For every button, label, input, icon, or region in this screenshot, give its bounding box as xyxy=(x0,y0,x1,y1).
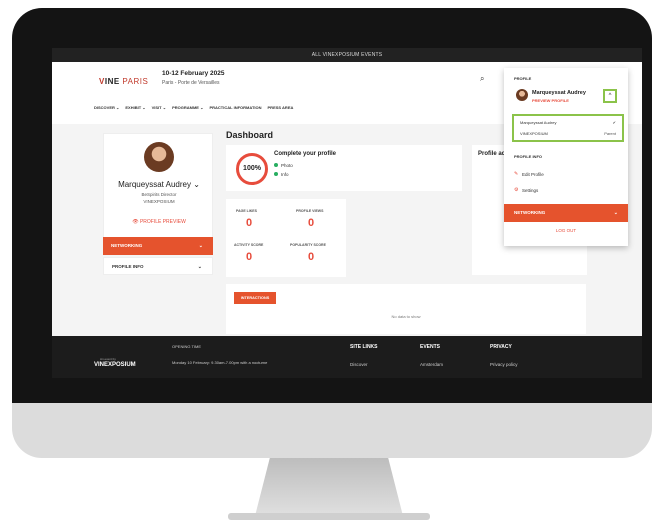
avatar[interactable] xyxy=(144,142,174,172)
footer-site-links: SITE LINKS xyxy=(350,344,378,350)
pencil-icon: ✎ xyxy=(514,171,519,177)
footer-opening-text: Monday 10 February: 9.30am-7.00pm with a… xyxy=(172,360,268,365)
profile-preview-link[interactable]: 👁 PROFILE PREVIEW xyxy=(104,219,214,225)
dropdown-settings[interactable]: Settings xyxy=(522,188,538,193)
event-location: Paris - Porte de Versailles xyxy=(162,80,220,86)
account-parent-badge: Parent xyxy=(604,131,616,136)
dropdown-networking[interactable]: NETWORKING ⌄ xyxy=(504,204,628,222)
complete-item-photo: Photo xyxy=(274,163,293,168)
chevron-down-icon: ⌄ xyxy=(197,264,202,270)
footer-link-amsterdam[interactable]: Amsterdam xyxy=(420,362,443,367)
monitor: ALL VINEXPOSIUM EVENTS VINE PARIS 10-12 … xyxy=(12,8,652,458)
nav-discover[interactable]: DISCOVER ⌄ xyxy=(94,105,119,110)
stat-label-popularity-score: POPULARITY SCORE xyxy=(290,243,326,247)
interactions-button[interactable]: INTERACTIONS xyxy=(234,292,276,304)
footer-link-privacy-policy[interactable]: Privacy policy xyxy=(490,362,518,367)
check-icon: ✔ xyxy=(612,120,616,125)
stat-value-profile-views: 0 xyxy=(308,217,315,229)
dropdown-preview-profile[interactable]: PREVIEW PROFILE xyxy=(532,98,569,103)
main-nav: DISCOVER ⌄ EXHIBIT ⌄ VISIT ⌄ PROGRAMME ⌄… xyxy=(94,105,293,110)
complete-item-label: Photo xyxy=(281,163,293,168)
sidebar-profile-info[interactable]: PROFILE INFO ⌄ xyxy=(103,257,213,275)
sidebar-networking[interactable]: NETWORKING ⌄ xyxy=(103,237,213,255)
dropdown-avatar xyxy=(516,89,528,101)
chevron-down-icon: ⌄ xyxy=(613,210,618,216)
logo-ine: INE xyxy=(104,77,120,86)
check-icon xyxy=(274,163,278,167)
monitor-stand-neck xyxy=(255,458,403,516)
event-date: 10-12 February 2025 xyxy=(162,70,225,77)
dropdown-networking-label: NETWORKING xyxy=(514,210,546,215)
page-title: Dashboard xyxy=(226,130,274,140)
logout-button[interactable]: LOG OUT xyxy=(504,228,628,233)
monitor-stand-base xyxy=(228,513,430,520)
profile-activity-title: Profile ac xyxy=(478,151,506,157)
stat-value-page-likes: 0 xyxy=(246,217,253,229)
nav-visit[interactable]: VISIT ⌄ xyxy=(152,105,166,110)
check-icon xyxy=(274,172,278,176)
dropdown-profile-label: PROFILE xyxy=(514,76,532,81)
profile-name[interactable]: Marqueyssat Audrey ⌄ xyxy=(104,180,214,189)
dropdown-edit-profile[interactable]: Edit Profile xyxy=(522,172,544,177)
profile-dropdown: PROFILE Marqueyssat Audrey PREVIEW PROFI… xyxy=(504,68,628,246)
stat-value-activity-score: 0 xyxy=(246,251,253,263)
logo-paris: PARIS xyxy=(119,77,149,86)
footer-event-by: An event by xyxy=(100,357,116,361)
site-logo[interactable]: VINE PARIS xyxy=(99,77,148,86)
nav-exhibit[interactable]: EXHIBIT ⌄ xyxy=(125,105,145,110)
footer-privacy: PRIVACY xyxy=(490,344,512,350)
stat-label-page-likes: PAGE LIKES xyxy=(236,209,257,213)
stat-label-profile-views: PROFILE VIEWS xyxy=(296,209,324,213)
stat-value-popularity-score: 0 xyxy=(308,251,315,263)
sidebar-networking-label: NETWORKING xyxy=(111,243,143,248)
completion-ring: 100% xyxy=(236,153,268,185)
complete-item-label: Info xyxy=(281,172,289,177)
nav-press-area[interactable]: PRESS AREA xyxy=(268,105,294,110)
screen: ALL VINEXPOSIUM EVENTS VINE PARIS 10-12 … xyxy=(52,48,642,378)
nav-programme[interactable]: PROGRAMME ⌄ xyxy=(172,105,203,110)
chevron-down-icon: ⌄ xyxy=(198,243,203,249)
dropdown-name: Marqueyssat Audrey xyxy=(532,90,586,96)
account-item-personal[interactable]: Marqueyssat Audrey xyxy=(520,120,556,125)
footer-link-discover[interactable]: Discover xyxy=(350,362,368,367)
account-switcher: Marqueyssat Audrey ✔ VINEXPOSIUM Parent xyxy=(512,114,624,142)
profile-role: BeSpirits Director xyxy=(141,192,177,197)
profile-org: VINEXPOSIUM xyxy=(143,199,175,204)
complete-item-info: Info xyxy=(274,172,289,177)
complete-title: Complete your profile xyxy=(274,151,337,157)
footer: An event by VINEXPOSIUM OPENING TIME Mon… xyxy=(52,336,642,378)
gear-icon: ⚙ xyxy=(514,187,519,193)
profile-card: Marqueyssat Audrey ⌄ BeSpirits Director … xyxy=(103,133,213,243)
footer-logo[interactable]: VINEXPOSIUM xyxy=(94,362,136,368)
chevron-up-icon[interactable]: ^ xyxy=(603,89,617,103)
account-item-vinexposium[interactable]: VINEXPOSIUM xyxy=(520,131,548,136)
footer-opening-title: OPENING TIME xyxy=(172,344,202,349)
top-bar[interactable]: ALL VINEXPOSIUM EVENTS xyxy=(52,48,642,62)
interactions-card: INTERACTIONS No data to show xyxy=(226,284,586,334)
stats-card: PAGE LIKES 0 PROFILE VIEWS 0 ACTIVITY SC… xyxy=(226,199,346,277)
no-data-text: No data to show xyxy=(391,314,421,319)
sidebar-profile-info-label: PROFILE INFO xyxy=(112,264,144,269)
monitor-chin xyxy=(12,403,652,458)
profile-complete-card: 100% Complete your profile Photo Info xyxy=(226,145,462,191)
search-icon[interactable]: ⌕ xyxy=(480,74,484,84)
stat-label-activity-score: ACTIVITY SCORE xyxy=(234,243,264,247)
dropdown-profile-info[interactable]: PROFILE INFO xyxy=(514,154,542,159)
nav-practical-information[interactable]: PRACTICAL INFORMATION xyxy=(209,105,261,110)
footer-events: EVENTS xyxy=(420,344,441,350)
